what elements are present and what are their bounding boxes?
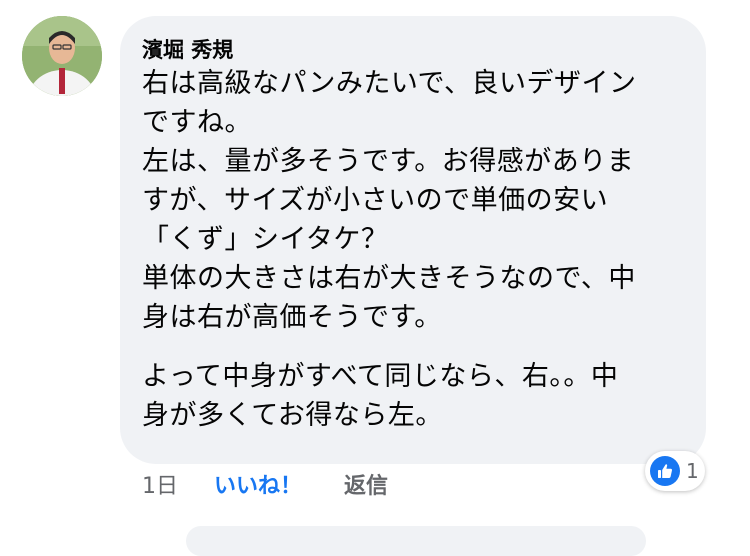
comment-line: 「くず」シイタケ？ — [142, 224, 389, 255]
comment-actions: 1日 いいね！ 返信 — [142, 468, 388, 500]
comment-line: 単体の大きさは右が大きそうなので、中 — [142, 263, 636, 294]
reaction-count: 1 — [686, 459, 699, 483]
comment-timestamp[interactable]: 1日 — [142, 468, 178, 500]
next-comment-bubble — [186, 526, 646, 556]
comment-line: よって中身がすべて同じなら、右。。中 — [142, 361, 619, 392]
comment-line: 身が多くてお得なら左。 — [142, 400, 443, 431]
avatar[interactable] — [22, 16, 102, 96]
comment-line: 左は、量が多そうです。お得感がありま — [142, 146, 635, 177]
comment-line: 身は右が高価そうです。 — [142, 302, 442, 333]
reaction-summary[interactable]: 1 — [645, 451, 705, 491]
thumbs-up-icon — [650, 456, 680, 486]
comment-author[interactable]: 濱堀 秀規 — [142, 34, 233, 64]
comment-body: 右は高級なパンみたいで、良いデザイン ですね。 左は、量が多そうです。お得感があ… — [142, 64, 694, 435]
reply-button[interactable]: 返信 — [344, 468, 388, 500]
comment-line: すが、サイズが小さいので単価の安い — [142, 185, 609, 216]
profile-photo — [22, 16, 102, 96]
comment-line: ですね。 — [142, 107, 252, 138]
like-button[interactable]: いいね！ — [214, 468, 302, 500]
comment-line: 右は高級なパンみたいで、良いデザイン — [142, 68, 637, 99]
